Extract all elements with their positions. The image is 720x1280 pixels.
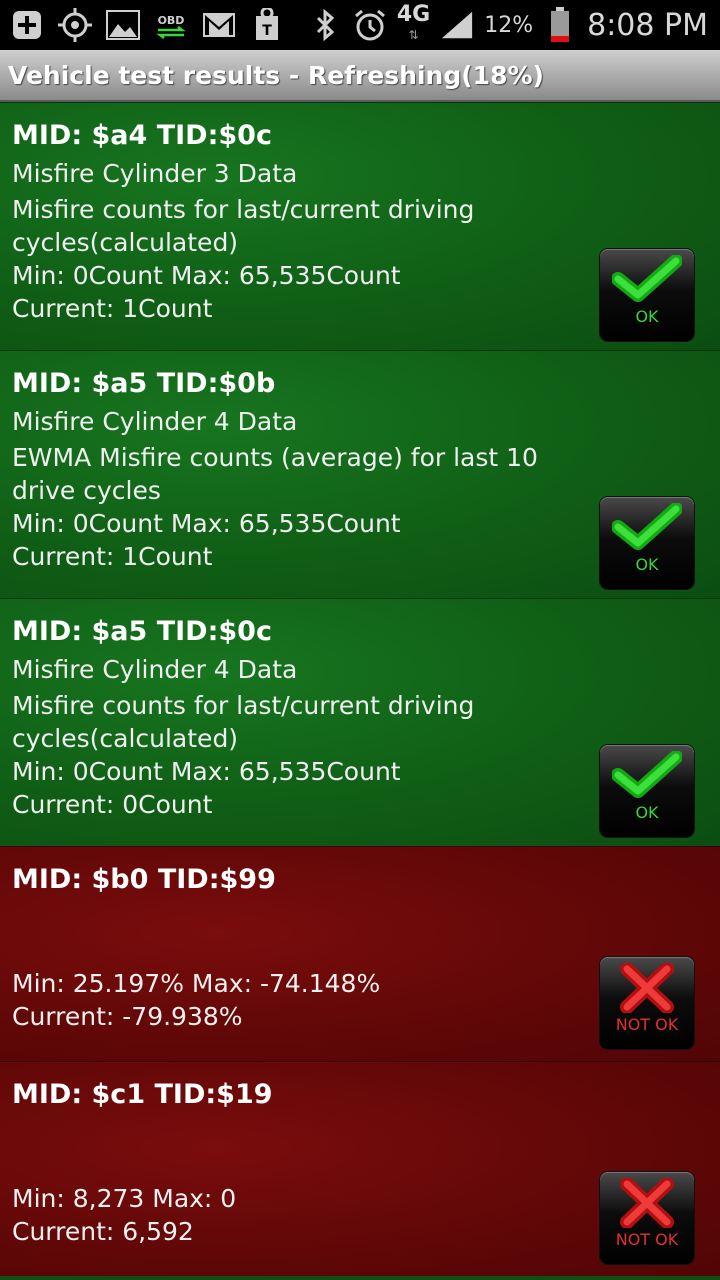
status-badge-ok: OK [600, 497, 694, 589]
result-header: MID: $a5 TID:$0b [12, 368, 276, 399]
checkmark-icon [612, 503, 682, 550]
page-title: Vehicle test results - Refreshing(18%) [8, 60, 544, 90]
battery-icon [543, 7, 577, 42]
result-description: Misfire counts for last/current driving … [12, 195, 475, 257]
list-item[interactable]: MID: $a4 TID:$0c Misfire Cylinder 3 Data… [0, 102, 720, 350]
status-badge-not-ok: NOT OK [600, 957, 694, 1049]
results-list[interactable]: MID: $a4 TID:$0c Misfire Cylinder 3 Data… [0, 102, 720, 1276]
svg-text:T: T [262, 23, 272, 39]
svg-text:OBD: OBD [158, 14, 185, 27]
result-name: Misfire Cylinder 3 Data [12, 159, 298, 188]
status-badge-ok: OK [600, 249, 694, 341]
obd-icon: OBD [154, 8, 188, 42]
result-name: Misfire Cylinder 4 Data [12, 655, 298, 684]
list-item[interactable]: MID: $a5 TID:$0b Misfire Cylinder 4 Data… [0, 350, 720, 598]
result-header: MID: $b0 TID:$99 [12, 864, 276, 895]
result-description: Misfire counts for last/current driving … [12, 691, 475, 753]
status-label: NOT OK [615, 1015, 679, 1034]
status-label: OK [635, 555, 659, 574]
status-label: OK [635, 803, 659, 822]
result-header: MID: $c1 TID:$19 [12, 1079, 273, 1110]
result-header: MID: $a4 TID:$0c [12, 120, 272, 151]
status-bar: OBD T 4G ⇅ 12% 8:08 PM [0, 0, 720, 50]
tmobile-icon: T [250, 8, 284, 42]
clock: 8:08 PM [587, 7, 708, 43]
bluetooth-icon [309, 8, 343, 42]
signal-icon [440, 8, 474, 42]
status-label: NOT OK [615, 1230, 679, 1249]
list-item[interactable]: MID: $c1 TID:$19 Min: 8,273 Max: 0 Curre… [0, 1061, 720, 1276]
battery-percent: 12% [484, 12, 534, 38]
status-label: OK [635, 307, 659, 326]
network-type: 4G ⇅ [396, 2, 431, 43]
checkmark-icon [612, 255, 682, 302]
gmail-icon [202, 8, 236, 42]
list-item[interactable]: MID: $a5 TID:$0c Misfire Cylinder 4 Data… [0, 598, 720, 846]
title-bar: Vehicle test results - Refreshing(18%) [0, 50, 720, 102]
image-icon [106, 8, 140, 42]
cross-icon [620, 1178, 674, 1228]
result-description: EWMA Misfire counts (average) for last 1… [12, 443, 538, 505]
status-badge-ok: OK [600, 745, 694, 837]
add-icon [10, 8, 44, 42]
checkmark-icon [612, 751, 682, 798]
list-item[interactable]: MID: $b0 TID:$99 Min: 25.197% Max: -74.1… [0, 846, 720, 1061]
result-name: Misfire Cylinder 4 Data [12, 407, 298, 436]
gps-icon [58, 8, 92, 42]
alarm-icon [353, 8, 387, 42]
cross-icon [620, 963, 674, 1013]
result-header: MID: $a5 TID:$0c [12, 616, 272, 647]
status-badge-not-ok: NOT OK [600, 1172, 694, 1264]
